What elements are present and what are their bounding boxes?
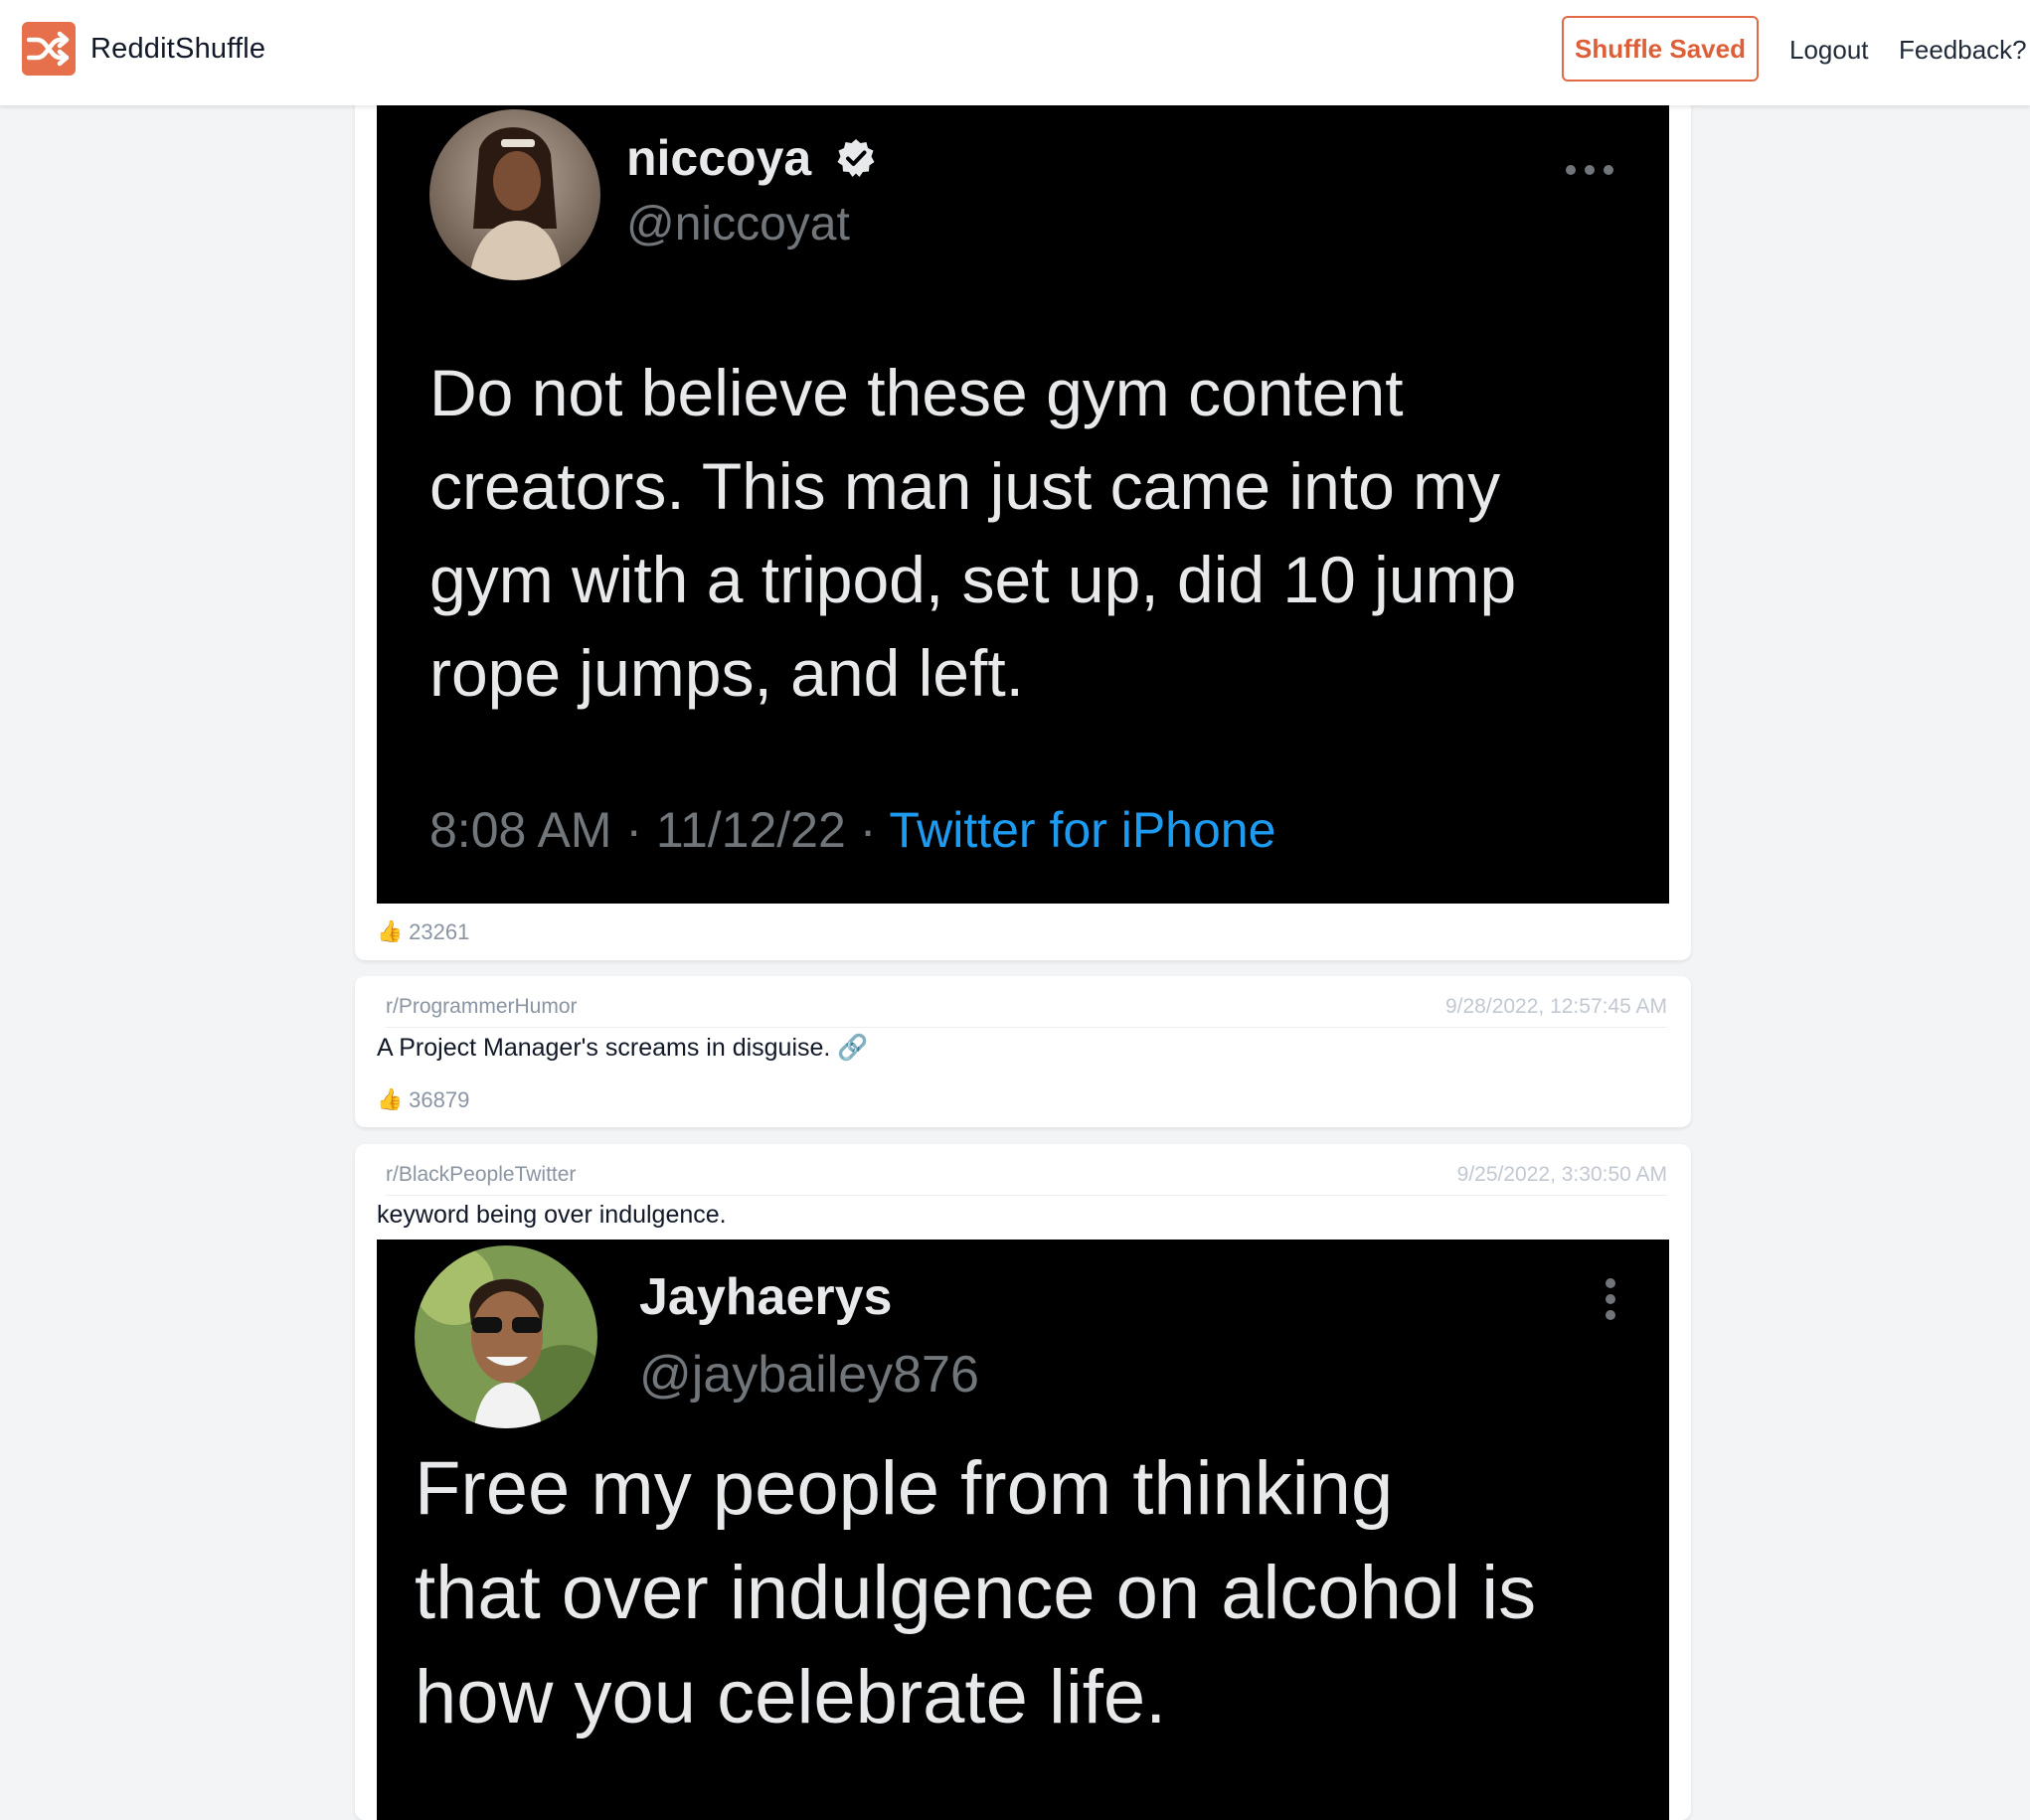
- tweet-author-handle: @jaybailey876: [639, 1346, 979, 1404]
- post-card: niccoya @niccoyat Do not believe these g…: [355, 60, 1691, 960]
- tweet-time-date: 8:08 AM · 11/12/22 ·: [429, 802, 890, 858]
- post-timestamp: 9/28/2022, 12:57:45 AM: [1444, 995, 1667, 1018]
- post-image[interactable]: Jayhaerys @jaybailey876 Free my people f…: [377, 1240, 1669, 1820]
- tweet-text-line: creators. This man just came into my: [429, 449, 1501, 523]
- thumbs-up-icon: 👍: [377, 920, 404, 943]
- more-horizontal-icon: [1565, 163, 1614, 181]
- post-meta: r/BlackPeopleTwitter 9/25/2022, 3:30:50 …: [386, 1159, 1667, 1196]
- post-card: r/ProgrammerHumor 9/28/2022, 12:57:45 AM…: [355, 976, 1691, 1127]
- post-timestamp: 9/25/2022, 3:30:50 AM: [1456, 1163, 1667, 1186]
- tweet-text-line: rope jumps, and left.: [429, 636, 1024, 710]
- avatar: [415, 1245, 597, 1428]
- brand-name: RedditShuffle: [90, 32, 266, 65]
- tweet-author-name-text: niccoya: [626, 130, 812, 186]
- more-vertical-icon: [1605, 1277, 1616, 1326]
- navbar: RedditShuffle Shuffle Saved Logout Feedb…: [0, 0, 2030, 105]
- post-image[interactable]: niccoya @niccoyat Do not believe these g…: [377, 105, 1669, 904]
- avatar: [429, 109, 600, 280]
- vote-count-value: 36879: [409, 1087, 470, 1112]
- feedback-link[interactable]: Feedback?: [1899, 35, 2027, 66]
- logout-link[interactable]: Logout: [1789, 35, 1869, 66]
- tweet-text-line: that over indulgence on alcohol is: [415, 1551, 1537, 1635]
- shuffle-icon: [22, 22, 76, 76]
- brand-link[interactable]: RedditShuffle: [22, 22, 265, 76]
- tweet-text-line: Free my people from thinking: [415, 1446, 1394, 1531]
- subreddit-link[interactable]: r/ProgrammerHumor: [386, 995, 578, 1019]
- subreddit-link[interactable]: r/BlackPeopleTwitter: [386, 1163, 576, 1187]
- tweet-author-handle: @niccoyat: [626, 198, 850, 250]
- tweet-source: Twitter for iPhone: [889, 802, 1276, 858]
- tweet-text: Free my people from thinking that over i…: [415, 1436, 1536, 1749]
- tweet-author-name: Jayhaerys: [639, 1268, 893, 1326]
- tweet-text: Do not believe these gym content creator…: [429, 346, 1516, 720]
- vote-count: 👍 36879: [377, 1087, 469, 1113]
- tweet-text-line: how you celebrate life.: [415, 1655, 1167, 1739]
- tweet-text-line: gym with a tripod, set up, did 10 jump: [429, 543, 1517, 616]
- vote-count: 👍 23261: [377, 919, 469, 945]
- tweet-timestamp: 8:08 AM · 11/12/22 · Twitter for iPhone: [429, 801, 1275, 859]
- post-title[interactable]: A Project Manager's screams in disguise.…: [377, 1034, 868, 1063]
- post-meta: r/ProgrammerHumor 9/28/2022, 12:57:45 AM: [386, 991, 1667, 1028]
- vote-count-value: 23261: [409, 919, 470, 944]
- post-card: r/BlackPeopleTwitter 9/25/2022, 3:30:50 …: [355, 1144, 1691, 1820]
- thumbs-up-icon: 👍: [377, 1088, 404, 1111]
- shuffle-saved-button[interactable]: Shuffle Saved: [1562, 16, 1759, 82]
- post-title[interactable]: keyword being over indulgence.: [377, 1201, 727, 1230]
- verified-badge-icon: [835, 133, 877, 191]
- tweet-text-line: Do not believe these gym content: [429, 356, 1404, 429]
- tweet-author-name: niccoya: [626, 129, 877, 191]
